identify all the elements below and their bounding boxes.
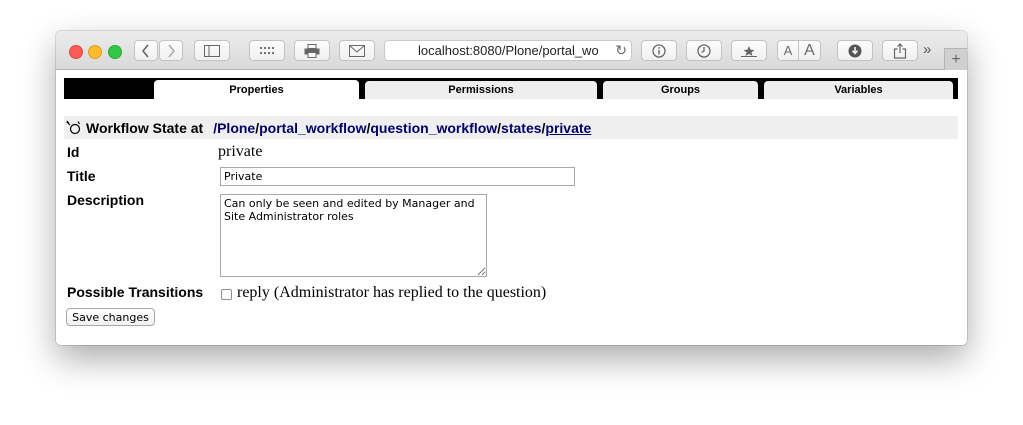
breadcrumb-private[interactable]: private [545,120,591,136]
back-button[interactable] [134,40,158,61]
tab-variables[interactable]: Variables [764,81,953,99]
history-icon [697,43,711,58]
workflow-state-icon [66,120,81,134]
share-icon [893,42,907,59]
tab-label: Properties [229,83,284,96]
text-larger-button[interactable]: A [799,40,821,61]
id-label: Id [67,144,80,160]
sidebar-button[interactable] [194,40,230,61]
breadcrumb-question-workflow[interactable]: question_workflow [370,120,497,136]
bookmarks-button[interactable] [731,40,767,61]
top-sites-icon [259,46,275,54]
title-field[interactable] [220,167,575,186]
text-larger-icon: A [804,41,815,59]
breadcrumb-plone[interactable]: /Plone [213,120,255,136]
id-value: private [218,143,263,160]
share-button[interactable] [882,40,918,61]
tab-groups[interactable]: Groups [603,81,758,99]
description-label: Description [67,192,145,208]
breadcrumb-portal-workflow[interactable]: portal_workflow [259,120,366,136]
page-content: Properties Permissions Groups Variables … [56,70,967,345]
title-label: Title [67,168,96,184]
top-sites-button[interactable] [249,40,285,61]
description-field[interactable]: Can only be seen and edited by Manager a… [220,194,487,277]
minimize-window-button[interactable] [88,45,102,59]
print-button[interactable] [294,40,330,61]
title-prefix: Workflow State at [86,119,204,136]
address-bar[interactable]: localhost:8080/Plone/portal_wor ↻ [384,40,632,61]
breadcrumb-states[interactable]: states [501,120,541,136]
tab-label: Groups [660,84,701,96]
forward-button[interactable] [159,40,183,61]
tab-permissions[interactable]: Permissions [365,81,597,99]
downloads-icon [848,44,862,57]
reload-icon[interactable]: ↻ [615,42,627,59]
zmi-tab-bar: Properties Permissions Groups Variables [64,78,958,99]
tab-label: Permissions [448,84,514,96]
back-icon [141,43,149,58]
tab-label: Variables [834,84,883,96]
sidebar-icon [204,44,220,57]
downloads-button[interactable] [837,40,873,61]
transition-reply-label[interactable]: reply (Administrator has replied to the … [237,284,546,302]
text-smaller-button[interactable]: A [777,40,799,61]
bookmarks-icon [741,45,757,57]
browser-toolbar: localhost:8080/Plone/portal_wor ↻ A A » … [56,31,967,70]
save-changes-button[interactable]: Save changes [66,308,155,326]
text-smaller-icon: A [783,43,793,58]
print-icon [304,43,320,58]
close-window-button[interactable] [69,45,83,59]
more-icon[interactable]: » [923,41,931,58]
tab-properties[interactable]: Properties [154,80,359,99]
forward-icon [168,43,176,58]
site-info-button[interactable] [641,40,677,61]
transition-reply-checkbox[interactable] [221,289,232,300]
page-title: Workflow State at /Plone / portal_workfl… [64,116,958,139]
transitions-label: Possible Transitions [67,284,204,300]
new-tab-icon[interactable]: + [944,48,967,70]
mail-button[interactable] [339,40,375,61]
url-text: localhost:8080/Plone/portal_wor [418,43,598,58]
mail-icon [349,44,365,57]
browser-window: localhost:8080/Plone/portal_wor ↻ A A » … [56,31,967,345]
info-icon [652,43,666,58]
history-button[interactable] [686,40,722,61]
zoom-window-button[interactable] [108,45,122,59]
